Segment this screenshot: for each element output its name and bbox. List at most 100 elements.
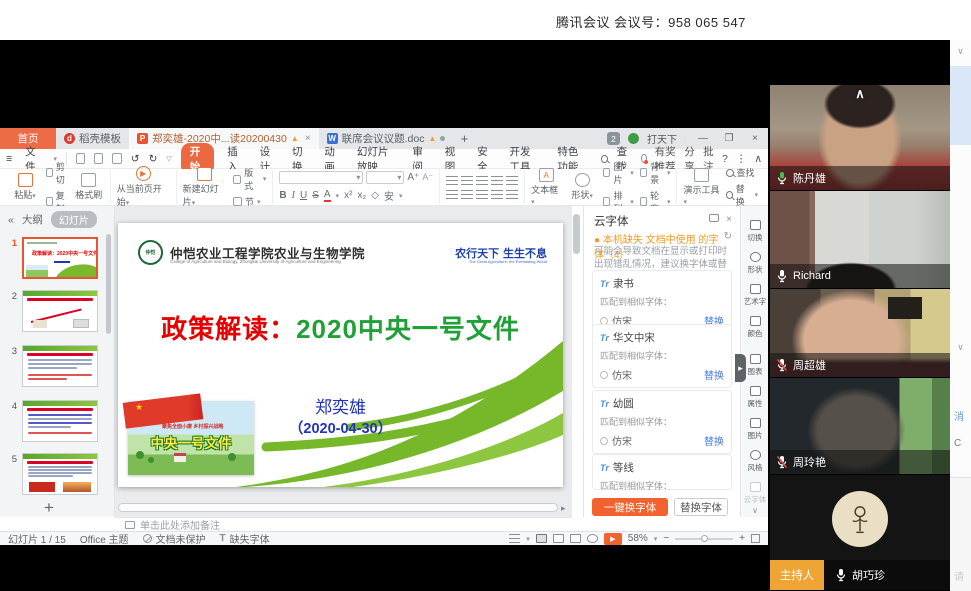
strikethrough-button[interactable]: S	[312, 190, 319, 201]
subscript-button[interactable]: x₂	[357, 190, 366, 201]
new-slide-button[interactable]: 新建幻灯片▾	[183, 167, 227, 208]
slides-tab[interactable]: 幻灯片	[51, 211, 97, 228]
account-avatar[interactable]	[628, 133, 639, 144]
replace-font-link[interactable]: 替换	[704, 367, 724, 382]
print-icon[interactable]	[94, 153, 103, 164]
preview-icon[interactable]	[112, 153, 121, 164]
slide-sorter-button[interactable]	[553, 534, 564, 543]
shapes-button[interactable]: 形状▾	[567, 173, 597, 201]
missing-fonts-status[interactable]: T缺失字体	[220, 531, 270, 546]
font-size-select[interactable]: ▾	[366, 171, 404, 184]
increase-font-button[interactable]: A⁺	[407, 172, 419, 183]
text-effect-button[interactable]: 安	[384, 188, 394, 203]
paste-button[interactable]: 粘贴▾	[10, 173, 40, 201]
normal-view-button[interactable]	[536, 534, 547, 543]
sidebar-item-picture[interactable]: 图片	[741, 418, 769, 441]
align-center-icon[interactable]	[461, 190, 473, 199]
fit-to-window-icon[interactable]	[751, 534, 760, 543]
outline-tab[interactable]: 大纲	[22, 212, 43, 227]
slide-1[interactable]: 仲恺 仲恺农业工程学院农业与生物学院 College of Agricultur…	[118, 223, 563, 487]
indent-increase-icon[interactable]	[491, 176, 503, 185]
underline-button[interactable]: U	[300, 190, 307, 201]
restore-button[interactable]: ❐	[720, 133, 738, 144]
chevron-down-icon[interactable]: ∨	[950, 46, 971, 57]
cut-button[interactable]: 剪切	[46, 160, 68, 186]
bold-button[interactable]: B	[279, 190, 286, 201]
notes-bar[interactable]: 单击此处添加备注	[115, 517, 572, 531]
refresh-icon[interactable]: ↻	[724, 231, 732, 242]
sidebar-item-properties[interactable]: 属性	[741, 386, 769, 409]
tab-docer[interactable]: d 稻壳模板	[56, 128, 129, 149]
slide-thumbnail-2[interactable]	[22, 290, 98, 332]
sidebar-item-wordart[interactable]: 艺术字	[741, 284, 769, 307]
line-spacing-icon[interactable]	[506, 176, 518, 185]
replace-all-fonts-button[interactable]: 一键换字体	[592, 498, 668, 516]
vertical-scrollbar[interactable]	[573, 210, 580, 500]
sidebar-item-cloudfont[interactable]: 云字体	[741, 482, 769, 505]
collapse-videos-icon[interactable]: ∧	[770, 86, 950, 102]
distribute-icon[interactable]	[506, 190, 518, 199]
layout-button[interactable]: 版式▾	[233, 166, 266, 192]
more-vert-icon[interactable]: ⋮	[736, 153, 747, 165]
save-icon[interactable]	[76, 153, 85, 164]
sidebar-item-chart[interactable]: 图表	[741, 354, 769, 377]
collapse-ribbon-icon[interactable]: ∧	[754, 153, 762, 165]
zoom-in-button[interactable]: +	[739, 533, 745, 544]
play-from-current-button[interactable]: ▶ 从当前页开始▾	[117, 166, 170, 208]
zoom-out-button[interactable]: −	[663, 533, 669, 544]
present-tools-button[interactable]: 演示工具▾	[683, 168, 719, 206]
align-left-icon[interactable]	[446, 190, 458, 199]
numbering-icon[interactable]	[461, 176, 473, 185]
close-button[interactable]: ×	[746, 133, 764, 144]
sidebar-item-style[interactable]: 风格	[741, 450, 769, 473]
theme-name[interactable]: Office 主题	[80, 531, 129, 546]
zoom-slider-thumb[interactable]	[701, 535, 708, 542]
replace-font-button[interactable]: 替换字体	[674, 498, 728, 516]
picture-button[interactable]: 图片▾	[603, 160, 634, 186]
add-slide-button[interactable]: +	[44, 498, 54, 518]
scroll-right-arrow[interactable]: ▸	[561, 503, 566, 514]
highlight-button[interactable]: ◇	[371, 190, 379, 201]
textbox-button[interactable]: A 文本框▾	[531, 168, 561, 206]
protection-status[interactable]: 文档未保护	[143, 531, 206, 546]
collapse-panel-icon[interactable]: «	[8, 214, 14, 226]
justify-icon[interactable]	[491, 190, 503, 199]
decrease-font-button[interactable]: A⁻	[422, 172, 433, 183]
replace-button[interactable]: 替换▾	[726, 182, 758, 208]
video-tile-chendanxiong[interactable]: ∧ 陈丹雄	[770, 85, 950, 191]
hamburger-icon[interactable]: ≡	[6, 153, 12, 165]
slide-thumbnail-1[interactable]: 政策解读：2020中央一号文件	[22, 237, 98, 279]
undo-icon[interactable]: ↺	[131, 153, 140, 165]
sidebar-item-color[interactable]: 颜色	[741, 316, 769, 339]
slide-thumbnail-3[interactable]	[22, 345, 98, 387]
zoom-level[interactable]: 58%	[628, 533, 648, 544]
slide-thumbnail-5[interactable]	[22, 453, 98, 495]
notes-view-button[interactable]	[587, 534, 598, 543]
redo-icon[interactable]: ↻	[149, 153, 158, 165]
sidebar-item-transition[interactable]: 切换	[741, 220, 769, 243]
slide-thumbnail-4[interactable]	[22, 400, 98, 442]
slideshow-play-button[interactable]: ▶	[604, 533, 622, 545]
feedback-icon[interactable]	[709, 214, 719, 222]
italic-button[interactable]: I	[292, 190, 295, 201]
help-icon[interactable]: ?	[722, 153, 728, 165]
minimize-button[interactable]: —	[694, 133, 712, 144]
font-color-button[interactable]: A	[324, 190, 331, 202]
sidebar-item-shapes[interactable]: 形状	[741, 252, 769, 275]
font-name-select[interactable]: ▾	[279, 171, 363, 184]
find-button[interactable]: 查找	[726, 166, 758, 179]
video-tile-zhouchaoxiong[interactable]: 周超雄	[770, 289, 950, 378]
reading-view-button[interactable]	[570, 534, 581, 543]
video-tile-zhoulingyan[interactable]: 周玲艳	[770, 378, 950, 475]
superscript-button[interactable]: x²	[344, 190, 352, 201]
sidebar-collapse-icon[interactable]: ∨	[741, 506, 769, 515]
format-painter-button[interactable]: 格式刷	[74, 173, 104, 201]
chevron-down-icon[interactable]: ∨	[950, 342, 971, 353]
video-tile-richard[interactable]: Richard	[770, 191, 950, 289]
replace-font-link[interactable]: 替换	[704, 433, 724, 448]
thumbnail-scrollbar[interactable]	[106, 234, 111, 334]
video-tile-huqiaozhen[interactable]: 主持人 胡巧珍	[770, 475, 950, 591]
horizontal-scrollbar[interactable]	[118, 503, 558, 512]
bullets-icon[interactable]	[446, 176, 458, 185]
background-button[interactable]: 背景▾	[640, 160, 671, 186]
